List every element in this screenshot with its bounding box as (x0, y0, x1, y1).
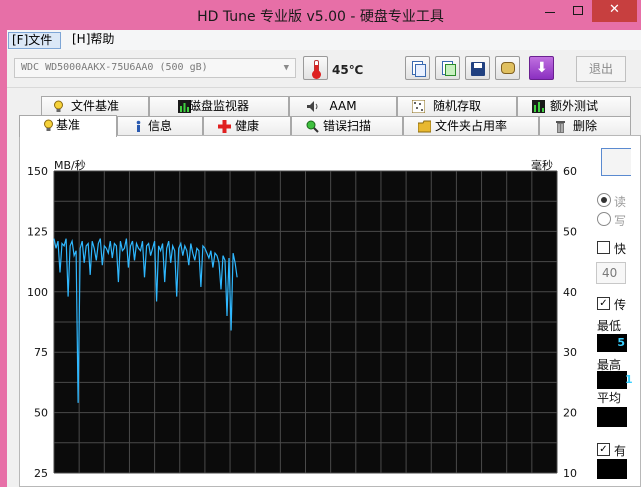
max-value: 1 (597, 371, 633, 389)
tab-label: 基准 (55, 118, 80, 132)
y-tick-label-left: 25 (34, 467, 48, 480)
write-radio-label: 写 (614, 214, 627, 228)
read-radio[interactable] (597, 193, 611, 207)
y-tick-label-left: 125 (27, 225, 48, 238)
quick-size-input[interactable]: 40 (596, 262, 626, 284)
y-tick-label-right: 50 (563, 225, 577, 238)
min-readout: 5 (617, 336, 625, 349)
max-readout: 1 (625, 373, 633, 386)
y-tick-label-left: 75 (34, 346, 48, 359)
write-radio[interactable] (597, 212, 611, 226)
access-checkbox[interactable]: ✓ (597, 443, 610, 456)
quick-checkbox[interactable] (597, 241, 610, 254)
y-tick-label-right: 20 (563, 407, 577, 420)
y-tick-label-right: 10 (563, 467, 577, 480)
y-tick-label-left: 50 (34, 407, 48, 420)
transfer-checkbox[interactable]: ✓ (597, 297, 610, 310)
transfer-checkbox-label: 传 (614, 298, 627, 312)
access-checkbox-label: 有 (614, 444, 627, 458)
y-tick-label-right: 40 (563, 286, 577, 299)
read-radio-label: 读 (614, 195, 627, 209)
avg-value (597, 407, 627, 427)
quick-checkbox-label: 快 (614, 242, 627, 256)
min-value: 5 (597, 334, 627, 352)
benchmark-chart: 150 125 100 75 50 25 60 50 40 30 20 10 (27, 165, 577, 480)
avg-label: 平均 (597, 391, 622, 405)
start-button[interactable] (601, 148, 631, 176)
y-tick-label-right: 60 (563, 165, 577, 178)
access-value (597, 459, 627, 479)
y-tick-label-left: 150 (27, 165, 48, 178)
tab-benchmark[interactable]: 基准 (19, 115, 117, 137)
y-tick-label-left: 100 (27, 286, 48, 299)
min-label: 最低 (597, 319, 622, 333)
y-tick-label-right: 30 (563, 346, 577, 359)
